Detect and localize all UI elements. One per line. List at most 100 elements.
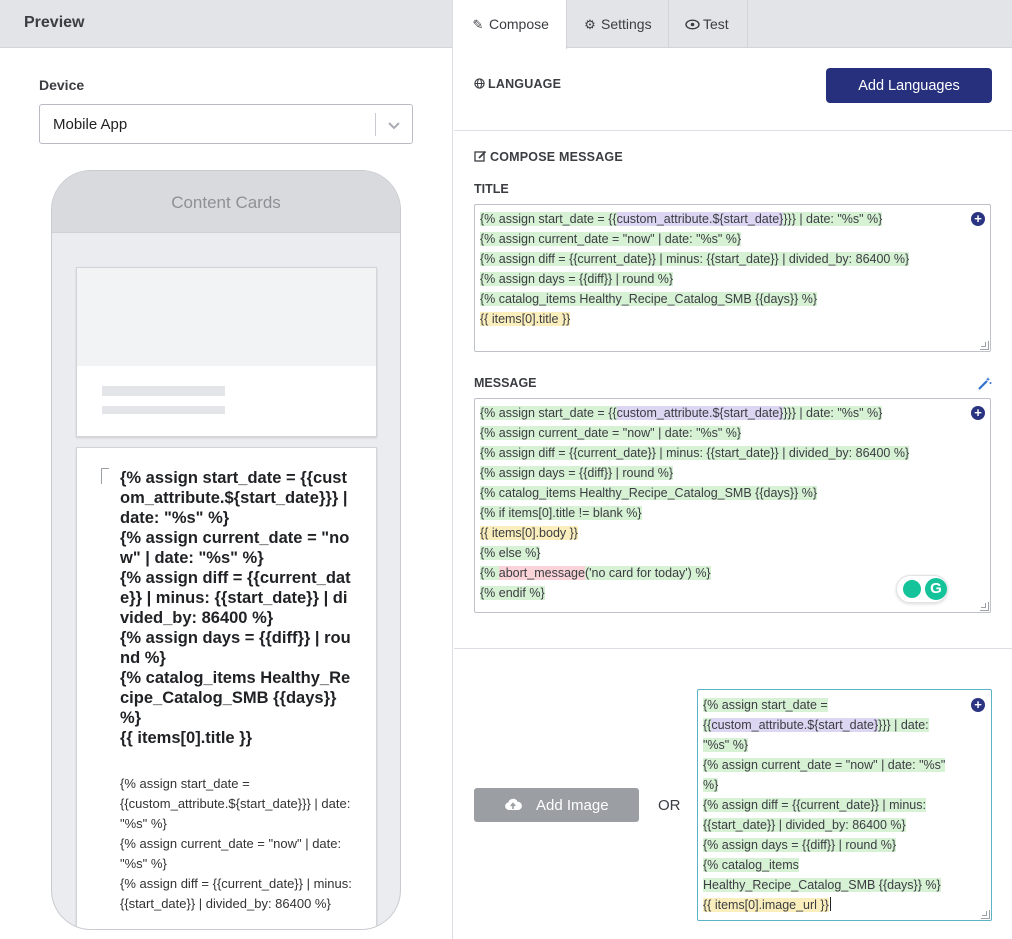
code-token: {% catalog_items Healthy_Recipe_Catalog_… (480, 486, 818, 500)
code-line: {% if items[0].title != blank %} (480, 503, 909, 523)
tab-label: Settings (601, 16, 652, 32)
cloud-upload-icon (505, 798, 522, 810)
code-token: {% if items[0].title != blank %} (480, 506, 642, 520)
phone-preview: Content Cards {% assign start_date = {{c… (51, 170, 401, 930)
add-personalization-icon[interactable]: + (971, 406, 985, 420)
code-token: custom_attribute.${start_date} (616, 406, 784, 420)
preview-pane: Preview Device Mobile App Content Cards … (0, 0, 453, 939)
preview-line: {% assign current_date = "now" | date: "… (120, 529, 350, 567)
code-line: {% assign diff = {{current_date}} | minu… (480, 443, 910, 463)
title-editor-content: {% assign start_date = {{custom_attribut… (480, 209, 910, 329)
placeholder-card (76, 267, 377, 437)
select-divider (375, 113, 376, 136)
code-line: {% catalog_items (703, 855, 965, 875)
card-body: {% assign start_date = {{custom_attribut… (120, 774, 360, 914)
code-token: {{ items[0].image_url }} (703, 898, 829, 912)
tab-test[interactable]: Test (669, 0, 748, 48)
preview-line: {% assign start_date = {{custom_attribut… (120, 469, 348, 527)
lightbulb-icon[interactable] (903, 580, 921, 598)
code-token: {% assign current_date = "now" | date: "… (480, 426, 742, 440)
code-token: {% assign diff = {{current_date}} | minu… (480, 252, 910, 266)
code-token: }}} | date: (878, 718, 929, 732)
preview-line: {{ items[0].title }} (120, 729, 253, 747)
pencil-icon: ✎ (472, 17, 484, 32)
code-line: {% assign days = {{diff}} | round %} (703, 835, 965, 855)
code-line: {{ items[0].image_url }} (703, 895, 965, 915)
grammarly-icon[interactable]: G (925, 578, 947, 600)
chevron-down-icon[interactable] (386, 117, 402, 133)
add-image-label: Add Image (536, 797, 609, 814)
divider (454, 648, 1012, 649)
device-select-value: Mobile App (53, 116, 128, 133)
code-line: {% assign current_date = "now" | date: "… (480, 229, 909, 249)
code-token: {% endif %} (480, 586, 545, 600)
title-label: TITLE (474, 182, 509, 196)
code-line: {{start_date}} | divided_by: 86400 %} (703, 815, 965, 835)
code-token: {% catalog_items Healthy_Recipe_Catalog_… (480, 292, 818, 306)
code-token: {% assign days = {{diff}} | round %} (703, 838, 897, 852)
code-token: custom_attribute.${start_date} (616, 212, 784, 226)
code-line: {% assign days = {{diff}} | round %} (480, 269, 909, 289)
placeholder-line (102, 386, 225, 396)
phone-header: Content Cards (52, 171, 400, 233)
or-separator: OR (658, 797, 681, 814)
add-personalization-icon[interactable]: + (971, 698, 985, 712)
tab-compose[interactable]: ✎ Compose (454, 0, 567, 49)
device-select[interactable]: Mobile App (39, 104, 413, 144)
code-line: {% assign start_date = {{custom_attribut… (480, 403, 909, 423)
code-token: {% assign days = {{diff}} | round %} (480, 272, 674, 286)
gear-icon: ⚙ (584, 17, 596, 32)
image-url-editor[interactable]: {% assign start_date = {{custom_attribut… (697, 689, 992, 921)
eye-icon (685, 19, 700, 30)
placeholder-image (77, 268, 376, 366)
magic-wand-icon[interactable] (977, 376, 992, 391)
code-token: {% assign days = {{diff}} | round %} (480, 466, 674, 480)
add-languages-button[interactable]: Add Languages (826, 68, 992, 103)
preview-line: {% assign diff = {{current_date}} | minu… (120, 876, 352, 911)
code-line: {{custom_attribute.${start_date}}}} | da… (703, 715, 965, 735)
broken-image-icon (101, 468, 109, 484)
resize-handle[interactable] (980, 341, 989, 350)
code-token: {% catalog_items (703, 858, 799, 872)
title-editor[interactable]: {% assign start_date = {{custom_attribut… (474, 204, 991, 352)
code-line: {% endif %} (480, 583, 909, 603)
code-token: {% assign start_date = (703, 698, 828, 712)
code-token: {% assign diff = {{current_date}} | minu… (703, 798, 926, 812)
card-title: {% assign start_date = {{custom_attribut… (120, 468, 356, 748)
code-line: {% assign diff = {{current_date}} | minu… (480, 249, 910, 269)
resize-handle[interactable] (980, 602, 989, 611)
tab-label: Test (703, 16, 729, 32)
code-line: {% catalog_items Healthy_Recipe_Catalog_… (480, 289, 909, 309)
image-url-content: {% assign start_date = {{custom_attribut… (703, 695, 965, 915)
code-token: }}} | date: "%s" %} (783, 406, 883, 420)
code-line: {% assign start_date = (703, 695, 965, 715)
tab-settings[interactable]: ⚙ Settings (567, 0, 669, 48)
compose-heading: COMPOSE MESSAGE (474, 150, 623, 164)
divider (454, 130, 1012, 131)
globe-icon (474, 78, 485, 89)
text-caret (829, 897, 831, 911)
edit-icon (474, 150, 487, 162)
preview-line: {% catalog_items Healthy_Recipe_Catalog_… (120, 669, 351, 727)
code-token: custom_attribute.${start_date} (711, 718, 879, 732)
code-line: %} (703, 775, 965, 795)
code-token: {% assign start_date = {{ (480, 212, 617, 226)
code-token: {{ items[0].title }} (480, 312, 571, 326)
message-editor-content: {% assign start_date = {{custom_attribut… (480, 403, 910, 603)
code-token: {% assign diff = {{current_date}} | minu… (480, 446, 910, 460)
language-heading-text: LANGUAGE (488, 77, 562, 91)
code-line: {{ items[0].title }} (480, 309, 909, 329)
add-image-button[interactable]: Add Image (474, 788, 639, 822)
code-line: {{ items[0].body }} (480, 523, 909, 543)
resize-handle[interactable] (981, 910, 990, 919)
code-token: "%s" %} (703, 738, 749, 752)
code-line: "%s" %} (703, 735, 965, 755)
code-line: {% abort_message('no card for today') %} (480, 563, 909, 583)
preview-line: {% assign start_date = {{custom_attribut… (120, 776, 351, 831)
grammarly-widget[interactable]: G (896, 575, 948, 603)
code-line: {% assign start_date = {{custom_attribut… (480, 209, 909, 229)
add-personalization-icon[interactable]: + (971, 212, 985, 226)
code-token: {% assign start_date = {{ (480, 406, 617, 420)
preview-line: {% assign diff = {{current_date}} | minu… (120, 569, 351, 627)
code-line: {% assign current_date = "now" | date: "… (703, 755, 965, 775)
